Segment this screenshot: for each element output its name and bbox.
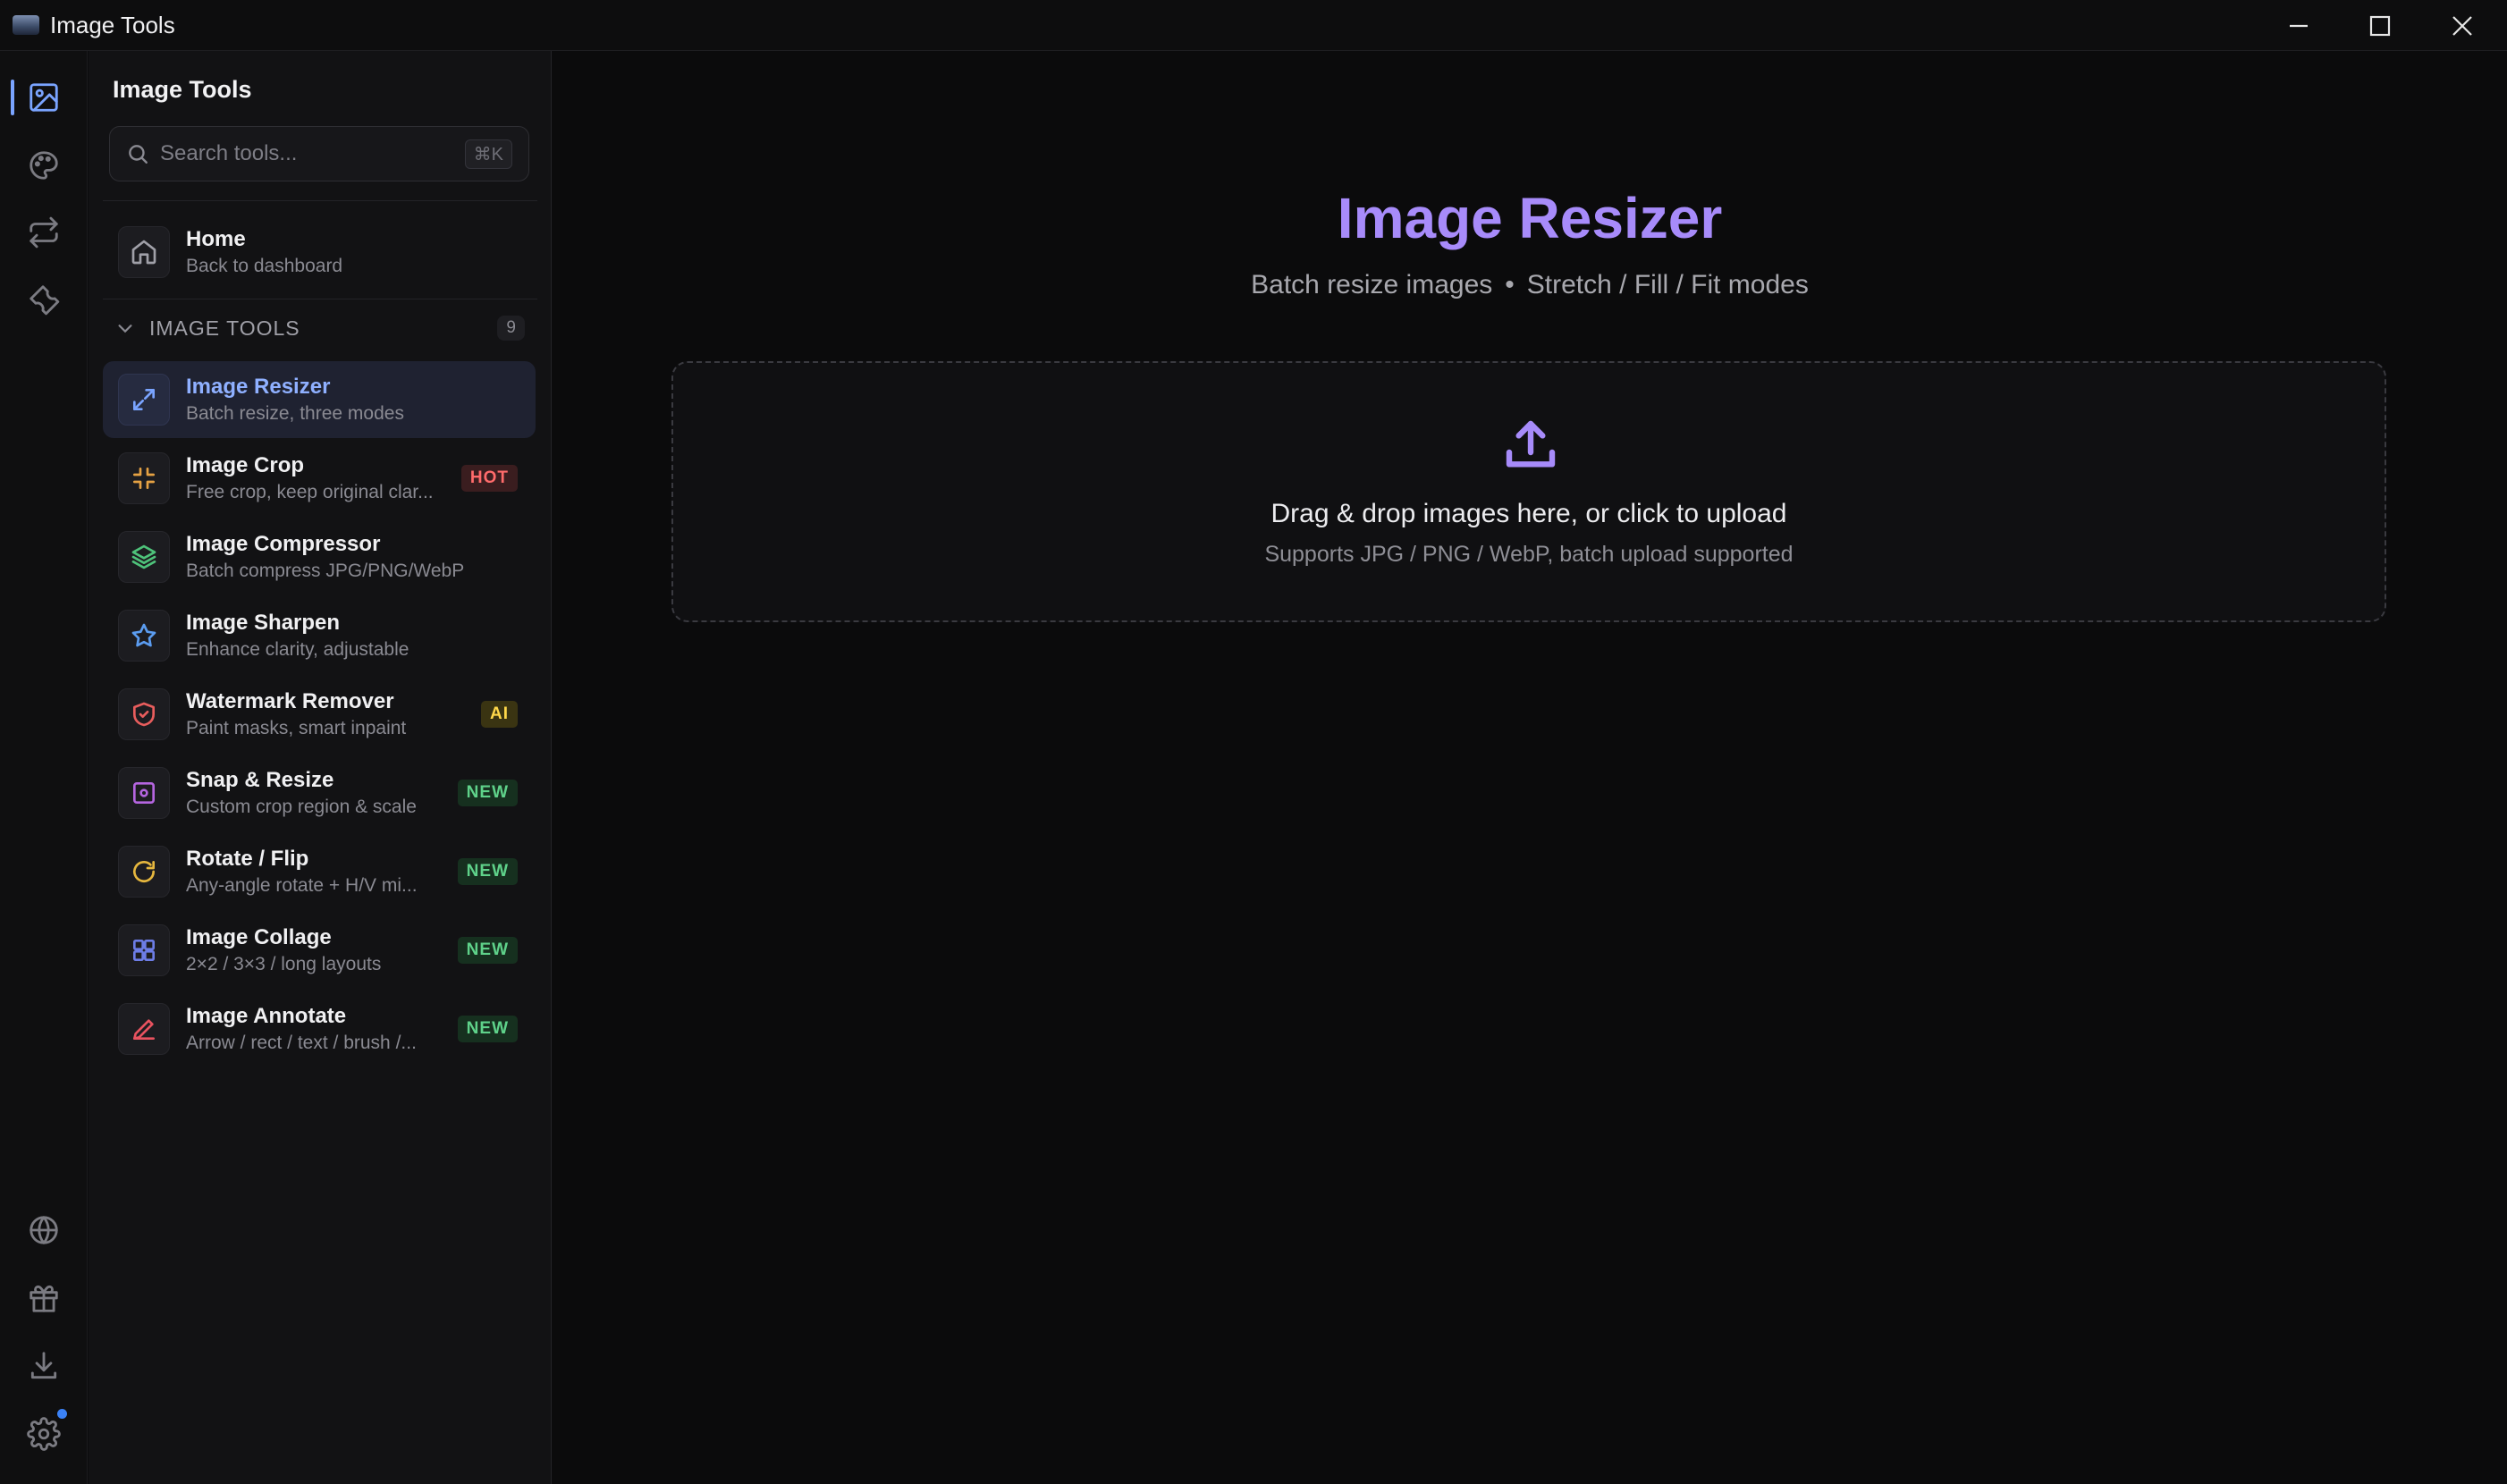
nav-item-desc: 2×2 / 3×3 / long layouts: [186, 954, 382, 974]
group-count-badge: 9: [497, 316, 525, 341]
nav-home-label: Home: [186, 227, 246, 251]
nav-item-desc: Arrow / rect / text / brush /...: [186, 1033, 417, 1053]
hot-badge: HOT: [460, 465, 518, 492]
notification-dot: [57, 1409, 67, 1419]
home-tile: [118, 226, 170, 278]
nav-item-desc: Any-angle rotate + H/V mi...: [186, 875, 418, 896]
sidebar-title: Image Tools: [113, 76, 252, 103]
rail-palette[interactable]: [0, 137, 88, 194]
nav-watermark-remover[interactable]: Watermark Remover Paint masks, smart inp…: [103, 676, 536, 753]
new-badge: NEW: [457, 1016, 518, 1042]
page-title: Image Resizer: [1337, 186, 1723, 250]
rail-convert[interactable]: [0, 204, 88, 261]
wrench-icon: [30, 285, 60, 316]
minimize-icon: [2290, 24, 2308, 27]
repeat-icon: [30, 216, 58, 249]
dropzone-subtitle: Supports JPG / PNG / WebP, batch upload …: [1264, 542, 1794, 567]
shortcut-hint: ⌘K: [464, 139, 512, 169]
nav-image-sharpen[interactable]: Image Sharpen Enhance clarity, adjustabl…: [103, 597, 536, 674]
close-button[interactable]: [2421, 0, 2503, 51]
nav-rotate-flip[interactable]: Rotate / Flip Any-angle rotate + H/V mi.…: [103, 833, 536, 910]
download-icon: [30, 1352, 57, 1379]
nav-item-label: Image Resizer: [186, 375, 331, 399]
nav-item-label: Watermark Remover: [186, 689, 394, 713]
new-badge: NEW: [457, 937, 518, 964]
icon-rail: [0, 51, 88, 1484]
sidebar: Image Tools ⌘K Home Back to dashboard IM…: [89, 51, 552, 1484]
nav-item-desc: Batch compress JPG/PNG/WebP: [186, 561, 465, 581]
nav-item-label: Image Compressor: [186, 532, 381, 556]
grid-icon: [133, 940, 155, 961]
shield-icon: [133, 702, 155, 727]
nav-image-annotate[interactable]: Image Annotate Arrow / rect / text / bru…: [103, 991, 536, 1067]
image-icon: [30, 83, 58, 112]
nav-image-compressor[interactable]: Image Compressor Batch compress JPG/PNG/…: [103, 519, 536, 595]
gear-icon: [27, 1417, 61, 1451]
rail-utilities[interactable]: [0, 271, 88, 328]
upload-icon: [1502, 417, 1559, 474]
app-icon: [13, 15, 39, 35]
nav-item-desc: Custom crop region & scale: [186, 797, 417, 817]
maximize-icon: [2369, 15, 2391, 36]
expand-icon: [133, 389, 155, 410]
dropzone-title: Drag & drop images here, or click to upl…: [1270, 499, 1787, 528]
search-box[interactable]: ⌘K: [109, 126, 529, 181]
search-input[interactable]: [160, 141, 465, 166]
rail-image-tools[interactable]: [0, 69, 88, 126]
rail-download[interactable]: [0, 1337, 88, 1395]
nav-item-desc: Free crop, keep original clar...: [186, 482, 434, 502]
window-title: Image Tools: [50, 11, 175, 38]
minimize-button[interactable]: [2258, 0, 2340, 51]
subtitle-part-b: Stretch / Fill / Fit modes: [1526, 270, 1809, 299]
upload-dropzone[interactable]: Drag & drop images here, or click to upl…: [671, 361, 2386, 622]
globe-icon: [30, 1216, 58, 1244]
title-bar: Image Tools: [0, 0, 2507, 51]
subtitle-separator: •: [1505, 270, 1515, 299]
nav-item-label: Image Crop: [186, 453, 305, 477]
ai-badge: AI: [481, 701, 518, 728]
new-badge: NEW: [457, 858, 518, 885]
chevron-down-icon: [118, 325, 132, 333]
star-icon: [131, 623, 156, 647]
close-icon: [2452, 15, 2472, 36]
home-icon: [131, 240, 156, 265]
square-focus-icon: [133, 782, 155, 804]
group-label: IMAGE TOOLS: [149, 316, 300, 340]
nav-snap-resize[interactable]: Snap & Resize Custom crop region & scale…: [103, 755, 536, 831]
maximize-button[interactable]: [2339, 0, 2421, 51]
nav-item-label: Rotate / Flip: [186, 847, 309, 871]
nav-item-label: Image Collage: [186, 925, 332, 949]
nav-home-desc: Back to dashboard: [186, 256, 343, 276]
nav-home[interactable]: Home Back to dashboard: [103, 214, 536, 291]
rail-settings[interactable]: [0, 1405, 88, 1463]
nav-item-label: Snap & Resize: [186, 768, 334, 792]
nav-image-collage[interactable]: Image Collage 2×2 / 3×3 / long layouts N…: [103, 912, 536, 989]
rail-gift[interactable]: [0, 1269, 88, 1327]
nav-item-label: Image Annotate: [186, 1004, 347, 1028]
new-badge: NEW: [457, 780, 518, 806]
nav-item-desc: Enhance clarity, adjustable: [186, 639, 409, 660]
nav-item-desc: Paint masks, smart inpaint: [186, 718, 407, 738]
gift-icon: [30, 1285, 58, 1312]
page-subtitle: Batch resize images • Stretch / Fill / Fit…: [553, 270, 2507, 300]
crop-corners-icon: [133, 468, 155, 489]
group-image-tools[interactable]: IMAGE TOOLS 9: [115, 310, 525, 346]
nav-image-resizer[interactable]: Image Resizer Batch resize, three modes: [103, 361, 536, 438]
divider: [103, 200, 537, 201]
nav-image-crop[interactable]: Image Crop Free crop, keep original clar…: [103, 440, 536, 517]
nav-item-desc: Batch resize, three modes: [186, 403, 404, 424]
subtitle-part-a: Batch resize images: [1251, 270, 1493, 299]
rail-language[interactable]: [0, 1202, 88, 1259]
layers-icon: [131, 544, 156, 569]
search-icon: [129, 145, 148, 164]
nav-item-label: Image Sharpen: [186, 611, 341, 635]
pen-icon: [133, 1019, 155, 1040]
palette-icon: [30, 151, 58, 180]
main-content: Image Resizer Batch resize images • Stretc…: [553, 51, 2507, 1484]
rotate-icon: [133, 861, 155, 882]
